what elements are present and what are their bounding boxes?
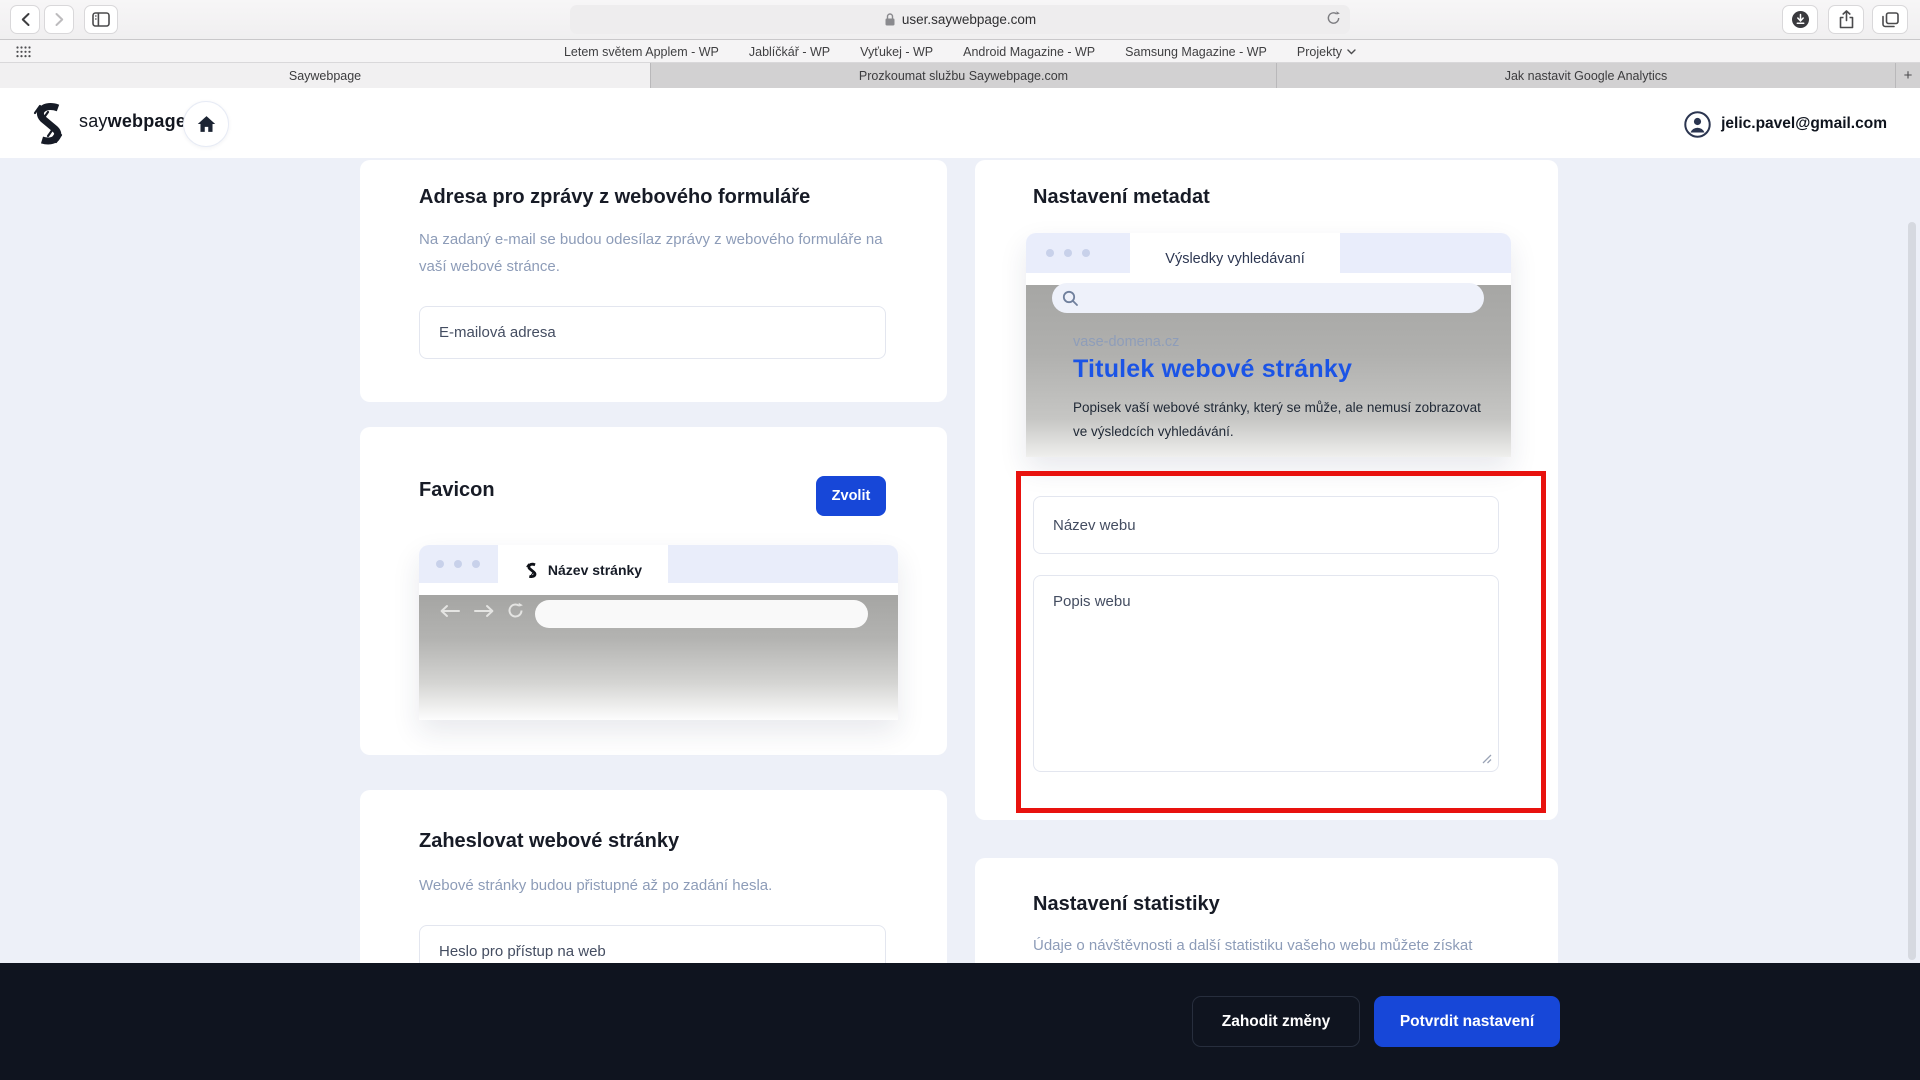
preview-result-title: Titulek webové stránky [1073, 355, 1352, 384]
card-password-description: Webové stránky budou přistupné až po zad… [419, 872, 899, 899]
share-icon [1839, 10, 1854, 29]
preview-nav [439, 602, 524, 619]
favorite-label: Projekty [1297, 45, 1342, 59]
choose-favicon-button[interactable]: Zvolit [816, 476, 886, 516]
card-metadata: Nastavení metadat Výsledky vyhledávaní v… [975, 160, 1558, 820]
card-statistics-description: Údaje o návštěvnosti a další statistiku … [1033, 935, 1513, 957]
tab-prozkoumat[interactable]: Prozkoumat službu Saywebpage.com [651, 63, 1277, 88]
favorite-item[interactable]: Jablíčkář - WP [749, 45, 830, 59]
downloads-button[interactable] [1782, 5, 1818, 34]
tab-title: Saywebpage [289, 69, 361, 83]
new-tab-button[interactable]: + [1896, 63, 1920, 88]
account-email: jelic.pavel@gmail.com [1721, 115, 1887, 133]
browser-toolbar: user.saywebpage.com [0, 0, 1920, 40]
site-name-input[interactable] [1033, 496, 1499, 554]
screen: user.saywebpage.com Letem světem Applem … [0, 0, 1920, 1080]
lock-icon [884, 12, 896, 27]
search-icon [1062, 290, 1079, 307]
forward-icon [54, 12, 65, 27]
favorite-label: Letem světem Applem - WP [564, 45, 719, 59]
preview-url-pill [535, 600, 868, 628]
favorite-item[interactable]: Android Magazine - WP [963, 45, 1095, 59]
preview-tab: Název stránky [498, 545, 668, 595]
forward-button[interactable] [44, 5, 74, 34]
card-statistics-title: Nastavení statistiky [1033, 893, 1220, 916]
footer-action-bar [0, 963, 1920, 1080]
sidebar-toggle-button[interactable] [84, 5, 118, 34]
discard-changes-button[interactable]: Zahodit změny [1192, 996, 1360, 1047]
favorites-grid-icon[interactable] [16, 45, 31, 63]
back-icon [20, 12, 31, 27]
favorite-label: Vyťukej - WP [860, 45, 933, 59]
preview-tab-title: Název stránky [548, 562, 642, 578]
card-password-title: Zaheslovat webové stránky [419, 830, 679, 853]
email-address-input[interactable] [419, 306, 886, 359]
tab-overview-button[interactable] [1872, 5, 1908, 34]
favorite-label: Android Magazine - WP [963, 45, 1095, 59]
favorite-label: Jablíčkář - WP [749, 45, 830, 59]
card-email-description: Na zadaný e-mail se budou odesílaz zpráv… [419, 226, 889, 280]
card-favicon-title: Favicon [419, 479, 495, 502]
saywebpage-wordmark[interactable]: saywebpage [79, 111, 186, 132]
card-favicon: Favicon Zvolit Název stránky [360, 427, 947, 755]
favorite-item[interactable]: Vyťukej - WP [860, 45, 933, 59]
wordmark-suffix: webpage [108, 111, 186, 131]
preview-tab: Výsledky vyhledávaní [1130, 233, 1340, 285]
home-icon [197, 115, 216, 133]
share-button[interactable] [1828, 5, 1864, 34]
address-bar[interactable]: user.saywebpage.com [570, 5, 1350, 34]
card-password: Zaheslovat webové stránky Webové stránky… [360, 790, 947, 990]
wordmark-prefix: say [79, 111, 108, 131]
home-button[interactable] [183, 101, 229, 147]
favorite-label: Samsung Magazine - WP [1125, 45, 1267, 59]
preview-forward-icon [473, 604, 495, 618]
window-dots-icon [1046, 249, 1090, 257]
search-result-preview: Výsledky vyhledávaní vase-domena.cz Titu… [1026, 233, 1511, 457]
page-scrollbar[interactable] [1908, 222, 1916, 960]
tab-bar: Saywebpage Prozkoumat službu Saywebpage.… [0, 63, 1920, 88]
tab-title: Prozkoumat službu Saywebpage.com [859, 69, 1068, 83]
card-metadata-title: Nastavení metadat [1033, 186, 1210, 209]
address-bar-url: user.saywebpage.com [902, 12, 1036, 27]
back-button[interactable] [10, 5, 40, 34]
window-dots-icon [436, 560, 480, 568]
preview-refresh-icon [507, 602, 524, 619]
preview-search-pill [1052, 283, 1484, 313]
tab-saywebpage[interactable]: Saywebpage [0, 63, 651, 88]
favicon-logo-icon [524, 562, 539, 579]
tab-overview-icon [1882, 12, 1899, 28]
chevron-down-icon [1347, 49, 1356, 55]
preview-result-description: Popisek vaší webové stránky, který se mů… [1073, 396, 1485, 444]
saywebpage-logo-icon [27, 101, 69, 147]
preview-back-icon [439, 604, 461, 618]
tab-title: Jak nastavit Google Analytics [1505, 69, 1668, 83]
refresh-button[interactable] [1326, 10, 1341, 29]
card-email-title: Adresa pro zprávy z webového formuláře [419, 186, 810, 209]
plus-icon: + [1904, 67, 1913, 84]
favorite-item[interactable]: Letem světem Applem - WP [564, 45, 719, 59]
favorite-folder-projekty[interactable]: Projekty [1297, 45, 1356, 59]
confirm-settings-button[interactable]: Potvrdit nastavení [1374, 996, 1560, 1047]
preview-domain: vase-domena.cz [1073, 334, 1179, 350]
favicon-browser-preview: Název stránky [419, 545, 898, 720]
favorite-item[interactable]: Samsung Magazine - WP [1125, 45, 1267, 59]
card-email-form: Adresa pro zprávy z webového formuláře N… [360, 160, 947, 402]
avatar-icon [1684, 111, 1711, 138]
downloads-icon [1791, 10, 1810, 29]
app-header: saywebpage [0, 88, 1920, 158]
preview-tab-title: Výsledky vyhledávaní [1165, 251, 1304, 267]
refresh-icon [1326, 10, 1341, 26]
favorites-bar: Letem světem Applem - WP Jablíčkář - WP … [0, 40, 1920, 63]
tab-google-analytics[interactable]: Jak nastavit Google Analytics [1277, 63, 1896, 88]
site-description-textarea[interactable] [1033, 575, 1499, 772]
account-menu[interactable]: jelic.pavel@gmail.com [1684, 101, 1887, 147]
sidebar-icon [92, 12, 110, 27]
